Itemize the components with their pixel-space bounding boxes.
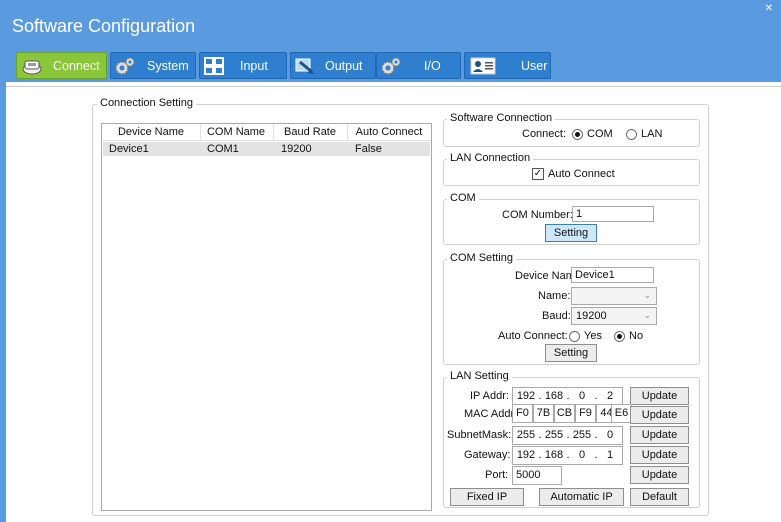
subnet-octet: 255 [544, 429, 564, 441]
tab-label: Output [325, 59, 363, 73]
radio-yes[interactable] [569, 331, 580, 342]
ip-octet: 192 [516, 390, 536, 402]
radio-yes-label[interactable]: Yes [584, 330, 602, 342]
baud-label: Baud: [542, 310, 571, 322]
subnet-update-button[interactable]: Update [630, 426, 689, 444]
column-header-baud-rate[interactable]: Baud Rate [274, 126, 346, 138]
default-button[interactable]: Default [630, 488, 689, 506]
subnet-octet: 255 [572, 429, 592, 441]
com-setting-button[interactable]: Setting [545, 224, 597, 242]
gears-icon [115, 57, 135, 75]
device-list[interactable]: Device Name COM Name Baud Rate Auto Conn… [101, 123, 432, 511]
device-name-input[interactable]: Device1 [571, 267, 654, 283]
cell-com-name: COM1 [207, 143, 239, 155]
subnet-octet: 255 [516, 429, 536, 441]
subnet-octet: 0 [606, 429, 614, 441]
cell-auto-connect: False [355, 143, 382, 155]
automatic-ip-button[interactable]: Automatic IP [539, 488, 624, 506]
group-title: COM [447, 192, 479, 204]
chevron-down-icon: ⌄ [643, 290, 651, 300]
tab-label: User [521, 59, 548, 73]
auto-connect-label[interactable]: Auto Connect [548, 168, 615, 180]
com-number-input[interactable]: 1 [572, 206, 654, 222]
grid-icon [204, 57, 224, 75]
tab-output[interactable]: Output [290, 52, 376, 79]
tab-label: Input [240, 59, 268, 73]
tab-io[interactable]: I/O [376, 52, 461, 79]
group-title: Software Connection [447, 112, 556, 124]
tab-label: System [147, 59, 189, 73]
group-title: COM Setting [447, 252, 516, 264]
close-icon[interactable]: ✕ [765, 3, 773, 14]
cell-baud-rate: 19200 [281, 143, 312, 155]
subnet-mask-input[interactable]: 255 . 255 . 255 . 0 [512, 426, 623, 445]
gateway-label: Gateway: [464, 449, 511, 461]
mac-update-button[interactable]: Update [630, 406, 689, 424]
radio-com[interactable] [572, 129, 583, 140]
group-title: LAN Connection [447, 152, 534, 164]
gateway-input[interactable]: 192 . 168 . 0 . 1 [512, 446, 623, 465]
com-number-label: COM Number: [502, 209, 573, 221]
mac-byte-input[interactable]: E6 [611, 404, 632, 423]
group-title: Connection Setting [97, 97, 196, 109]
column-header-com-name[interactable]: COM Name [201, 126, 271, 138]
port-update-button[interactable]: Update [630, 466, 689, 484]
tab-input[interactable]: Input [199, 52, 287, 79]
window-title: Software Configuration [12, 16, 196, 36]
radio-com-label[interactable]: COM [587, 128, 613, 140]
list-header: Device Name COM Name Baud Rate Auto Conn… [102, 124, 431, 141]
tab-connect[interactable]: Connect [16, 52, 107, 79]
tab-label: Connect [53, 59, 100, 73]
ip-update-button[interactable]: Update [630, 387, 689, 405]
group-title: LAN Setting [447, 370, 512, 382]
com-setting-apply-button[interactable]: Setting [545, 344, 597, 362]
output-icon [295, 58, 314, 74]
port-label: Port: [485, 469, 509, 481]
name-label: Name: [538, 290, 571, 302]
radio-lan[interactable] [626, 129, 637, 140]
connect-label: Connect: [522, 128, 567, 140]
tab-system[interactable]: System [110, 52, 196, 79]
gateway-octet: 0 [578, 449, 586, 461]
mac-addr-label: MAC Addr: [464, 408, 518, 420]
connect-icon [22, 60, 42, 75]
ip-addr-label: IP Addr: [470, 390, 509, 402]
radio-no-label[interactable]: No [629, 330, 643, 342]
divider [6, 86, 781, 87]
user-card-icon [470, 57, 496, 75]
fixed-ip-button[interactable]: Fixed IP [450, 488, 524, 506]
gears-icon [381, 57, 401, 75]
column-header-auto-connect[interactable]: Auto Connect [348, 126, 430, 138]
subnet-mask-label: SubnetMask: [447, 429, 512, 441]
radio-lan-label[interactable]: LAN [641, 128, 662, 140]
tab-user[interactable]: User [464, 52, 551, 79]
port-input[interactable]: 5000 [512, 466, 562, 485]
baud-select[interactable]: 19200 ⌄ [571, 307, 657, 325]
auto-connect-checkbox[interactable]: ✓ [532, 168, 544, 180]
ip-octet: 0 [578, 390, 586, 402]
radio-no[interactable] [614, 331, 625, 342]
name-select[interactable]: ⌄ [571, 287, 657, 305]
chevron-down-icon: ⌄ [643, 310, 651, 320]
com-auto-connect-label: Auto Connect: [498, 330, 568, 342]
cell-device-name: Device1 [109, 143, 149, 155]
tab-label: I/O [424, 59, 441, 73]
mac-byte-input[interactable]: 7B [533, 404, 554, 423]
gateway-octet: 168 [544, 449, 564, 461]
table-row[interactable]: Device1 COM1 19200 False [103, 142, 430, 156]
mac-byte-input[interactable]: F0 [512, 404, 533, 423]
mac-byte-input[interactable]: F9 [575, 404, 596, 423]
gateway-octet: 1 [606, 449, 614, 461]
gateway-octet: 192 [516, 449, 536, 461]
baud-select-value: 19200 [576, 310, 607, 322]
ip-octet: 2 [606, 390, 614, 402]
column-header-device-name[interactable]: Device Name [104, 126, 198, 138]
ip-octet: 168 [544, 390, 564, 402]
mac-byte-input[interactable]: CB [554, 404, 575, 423]
gateway-update-button[interactable]: Update [630, 446, 689, 464]
